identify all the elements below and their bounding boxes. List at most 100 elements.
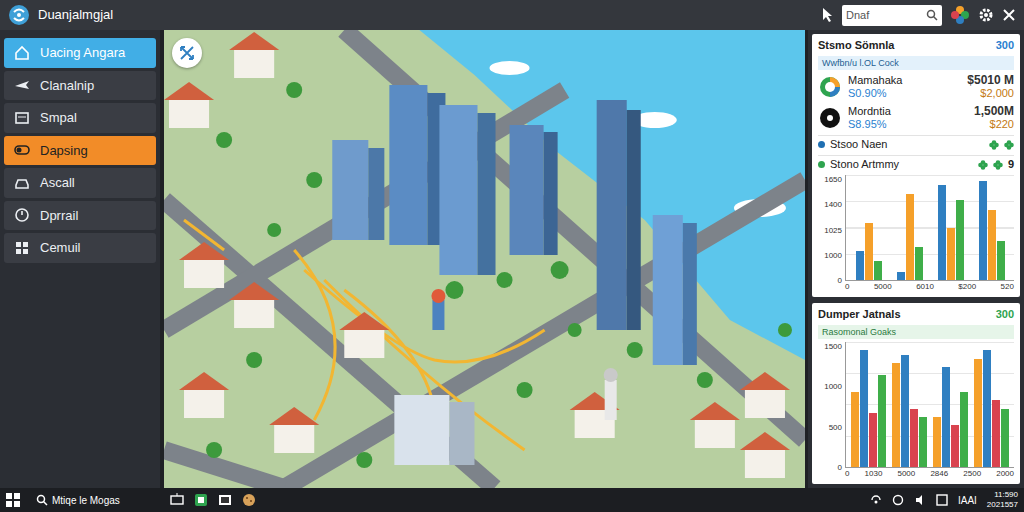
x-label: 6010 [916, 281, 934, 293]
tower [510, 125, 558, 255]
search-box[interactable] [842, 5, 942, 26]
chart-bar[interactable] [988, 210, 996, 280]
sidebar-item-body: Smpal [4, 103, 156, 133]
sidebar-item-body: Cemuil [4, 233, 156, 263]
chart-bar[interactable] [856, 251, 864, 280]
sidebar-item[interactable]: Smpal [4, 103, 156, 133]
bar-group [938, 175, 964, 280]
app-window: Duanjalmgjal Uacing AngaraClanalnipSmpal… [0, 0, 1024, 512]
volume-icon[interactable] [914, 494, 926, 506]
y-tick: 500 [818, 423, 842, 432]
x-label: 520 [1001, 281, 1014, 293]
stats-card: Stsmo Sömnla300Wwfbn/u l.OL CockMamahaka… [812, 34, 1020, 297]
taskbar: Mtiqe le MogasIAAI11:5902021557 [0, 488, 1024, 512]
chart-bar[interactable] [915, 247, 923, 280]
chart-bar[interactable] [974, 359, 982, 467]
chart-bar[interactable] [960, 392, 968, 467]
cookie-icon[interactable] [242, 493, 256, 507]
chart-bar[interactable] [878, 375, 886, 467]
chart-bar[interactable] [956, 200, 964, 280]
clover-icon [989, 140, 999, 150]
card-title: Dumper Jatnals [818, 307, 901, 322]
stat-item[interactable]: Stsoo Naen [818, 135, 1014, 152]
chart-bar[interactable] [938, 185, 946, 280]
status-icon[interactable] [892, 494, 904, 506]
media-icon[interactable] [218, 493, 232, 507]
car-icon [14, 175, 30, 191]
x-label: 0 [845, 468, 849, 480]
clover-icon [1004, 140, 1014, 150]
stat-name: Mordntia [848, 105, 968, 118]
sidebar-item-label: Dapsing [40, 141, 88, 161]
sidebar-item[interactable]: Cemuil [4, 233, 156, 263]
y-tick: 1025 [818, 226, 842, 235]
bar-group [851, 342, 886, 467]
stat-item[interactable]: Stono Artmmy9 [818, 155, 1014, 172]
chart-bar[interactable] [919, 417, 927, 467]
stat-name: Mamahaka [848, 74, 961, 87]
clock[interactable]: 11:5902021557 [987, 490, 1018, 510]
sidebar-item[interactable]: Ascall [4, 168, 156, 198]
city-map[interactable] [160, 30, 808, 488]
map-zoom-button[interactable] [172, 38, 202, 68]
gear-icon[interactable] [978, 7, 994, 23]
app-logo-icon[interactable] [8, 4, 30, 26]
x-axis: 010305000284625002000 [845, 468, 1014, 480]
chart-bar[interactable] [947, 228, 955, 280]
chart-bar[interactable] [860, 350, 868, 467]
chart-bar[interactable] [865, 223, 873, 280]
tower [439, 105, 495, 275]
chart-bar[interactable] [851, 392, 859, 467]
chart-bar[interactable] [979, 181, 987, 280]
y-axis: 16501400102510000 [818, 175, 842, 293]
search-input[interactable] [846, 6, 923, 25]
sidebar-item[interactable]: Dprrail [4, 201, 156, 231]
card-count: 300 [996, 307, 1014, 322]
pointer-icon[interactable] [820, 7, 834, 23]
task-view-icon[interactable] [170, 493, 184, 507]
home-icon [14, 45, 30, 61]
chart-bar[interactable] [874, 261, 882, 280]
flower-icon[interactable] [950, 5, 970, 25]
stat-row[interactable]: MamahakaS0.90%$5010 M$2,000 [818, 73, 1014, 101]
wifi-icon[interactable] [870, 494, 882, 506]
y-tick: 0 [818, 276, 842, 285]
y-tick: 1500 [818, 342, 842, 351]
chart-bar[interactable] [910, 409, 918, 467]
taskbar-search[interactable]: Mtiqe le Mogas [30, 490, 160, 510]
sidebar-item[interactable]: Dapsing [4, 136, 156, 166]
sidebar-item-label: Uacing Angara [40, 43, 125, 63]
close-icon[interactable] [1002, 8, 1016, 22]
chart-bar[interactable] [892, 363, 900, 467]
tower [394, 395, 474, 465]
sidebar-item[interactable]: Uacing Angara [4, 38, 156, 68]
app-green-icon[interactable] [194, 493, 208, 507]
tower [332, 140, 384, 240]
panel-icon [14, 110, 30, 126]
search-icon[interactable] [926, 9, 938, 21]
stat-row[interactable]: MordntiaS8.95%1,500M$220 [818, 104, 1014, 132]
chart-bar[interactable] [906, 194, 914, 280]
bar-group [897, 175, 923, 280]
windows-logo-icon[interactable] [6, 493, 20, 507]
plot-area [845, 342, 1014, 468]
chart-bar[interactable] [897, 272, 905, 280]
sidebar-item-label: Ascall [40, 173, 75, 193]
chart-bar[interactable] [951, 425, 959, 467]
tower [653, 215, 697, 365]
chart-bar[interactable] [933, 417, 941, 467]
sidebar-item-body: Dapsing [4, 136, 156, 166]
chart-bar[interactable] [869, 413, 877, 467]
sidebar-item[interactable]: Clanalnip [4, 71, 156, 101]
y-tick: 1400 [818, 200, 842, 209]
bar-chart: 150010005000010305000284625002000 [818, 342, 1014, 480]
chart-bar[interactable] [997, 241, 1005, 280]
chart-bar[interactable] [942, 367, 950, 467]
chart-bar[interactable] [901, 355, 909, 468]
stat-row-main: MordntiaS8.95% [848, 105, 968, 131]
chart-bar[interactable] [983, 350, 991, 467]
chart-bar[interactable] [992, 400, 1000, 467]
chart-bar[interactable] [1001, 409, 1009, 467]
window-icon[interactable] [936, 494, 948, 506]
signal-tower [431, 289, 445, 330]
